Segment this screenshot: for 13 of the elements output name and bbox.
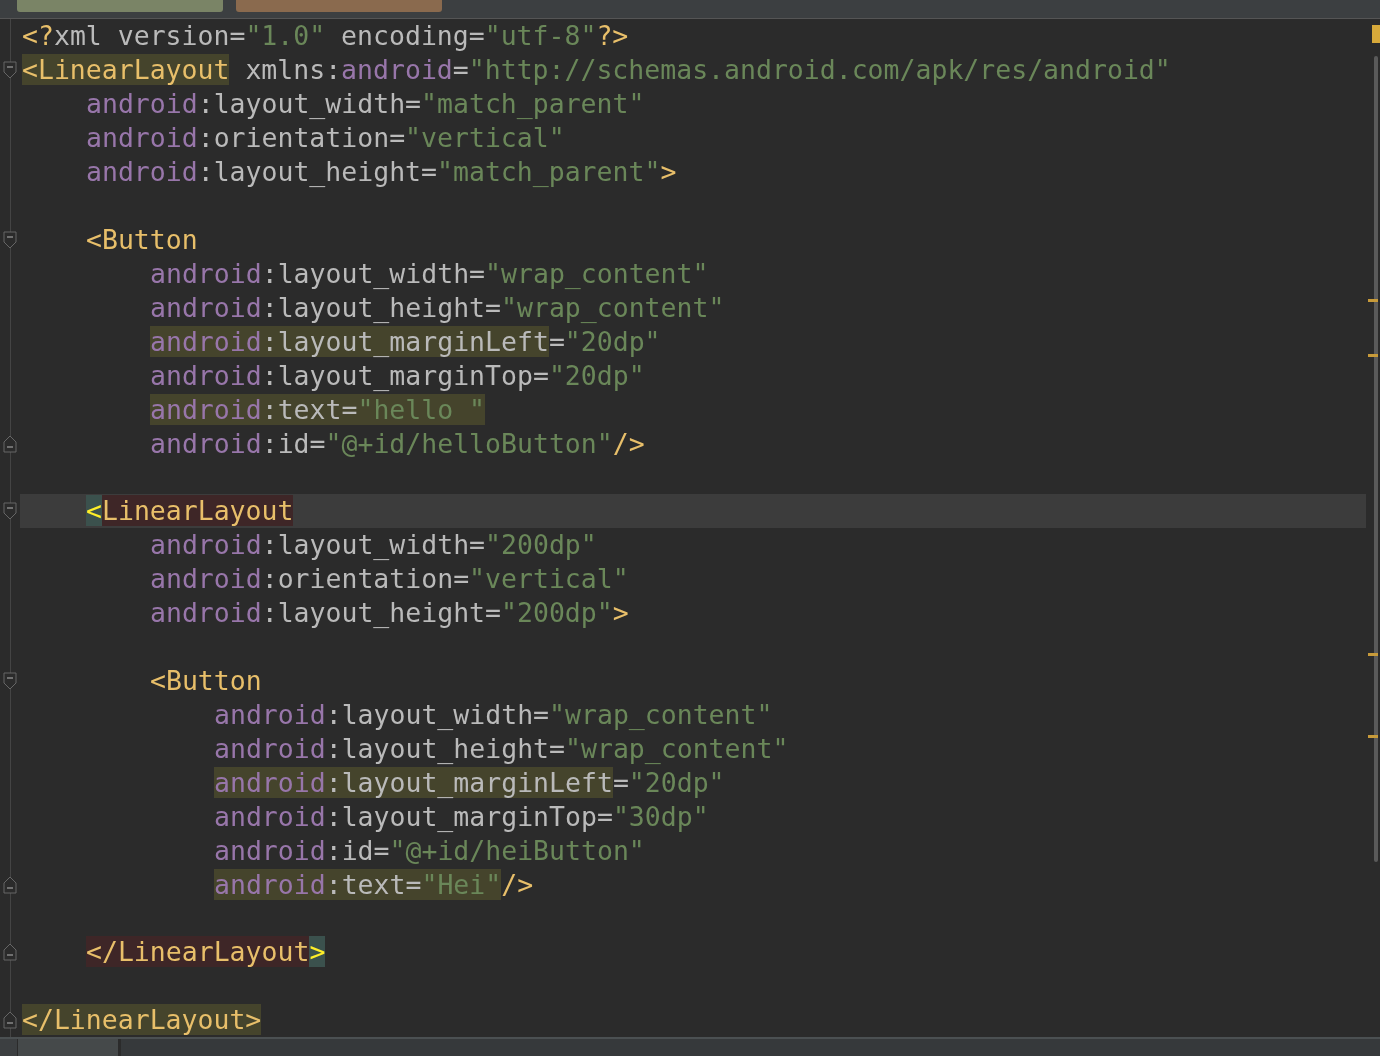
fold-icon[interactable] — [3, 502, 17, 521]
fold-icon[interactable] — [3, 671, 17, 690]
warning-marker[interactable] — [1368, 653, 1378, 656]
warning-marker[interactable] — [1368, 735, 1378, 738]
scrollbar[interactable] — [1374, 56, 1378, 862]
fold-icon[interactable] — [3, 230, 17, 249]
warning-marker[interactable] — [1368, 354, 1378, 357]
fold-icon[interactable] — [3, 1010, 17, 1029]
fold-icon[interactable] — [3, 434, 17, 453]
fold-icon[interactable] — [3, 61, 17, 79]
warning-marker[interactable] — [1368, 299, 1378, 302]
fold-icon[interactable] — [3, 943, 17, 962]
fold-icon[interactable] — [3, 875, 17, 894]
